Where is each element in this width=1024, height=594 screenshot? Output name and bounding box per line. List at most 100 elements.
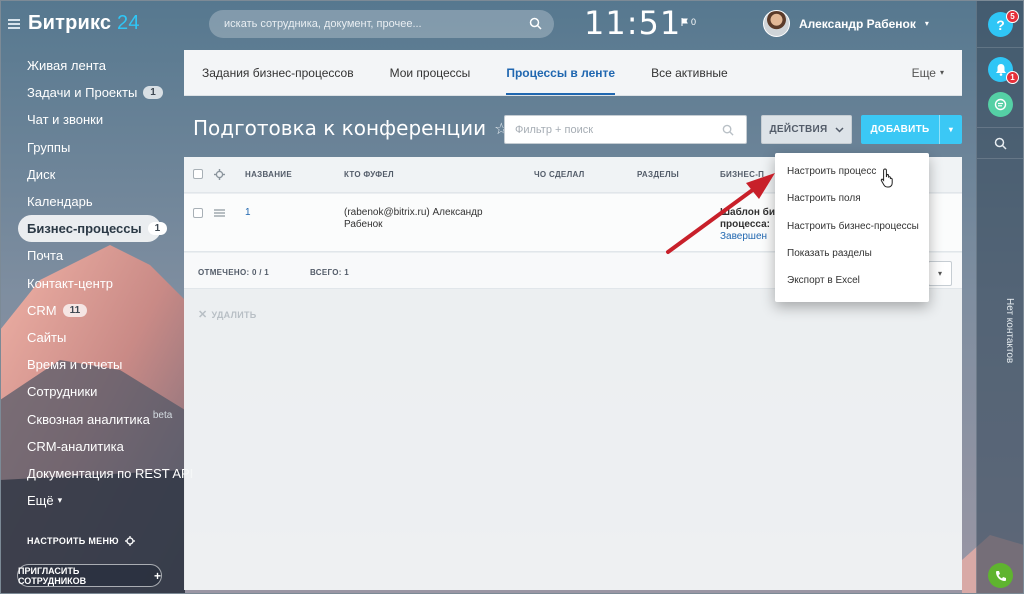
clock[interactable]: 11:51 xyxy=(584,4,681,42)
filter-placeholder: Фильтр + поиск xyxy=(515,123,594,136)
menu-item-employees[interactable]: Сотрудники xyxy=(18,378,183,405)
chevron-down-icon: ▾ xyxy=(924,19,929,28)
menu-item-sites[interactable]: Сайты xyxy=(18,324,183,351)
row-who-line1: (rabenok@bitrix.ru) Александр xyxy=(344,207,483,218)
tab-label: Все активные xyxy=(651,65,728,80)
user-name: Александр Рабенок xyxy=(799,16,916,31)
column-header-sections[interactable]: РАЗДЕЛЫ xyxy=(637,170,679,179)
tab-feed-processes[interactable]: Процессы в ленте xyxy=(488,50,633,95)
menu-item-label: Почта xyxy=(27,248,64,264)
menu-item-disk[interactable]: Диск xyxy=(18,161,183,188)
search-icon[interactable] xyxy=(529,17,542,30)
menu-toggle-icon[interactable] xyxy=(8,18,20,29)
menu-item-label: Сквозная аналитика xyxy=(27,411,150,427)
add-label: ДОБАВИТЬ xyxy=(870,124,930,135)
hand-cursor-icon xyxy=(880,168,893,188)
tab-bp-tasks[interactable]: Задания бизнес-процессов xyxy=(184,50,372,95)
row-who-line2: Рабенок xyxy=(344,219,383,230)
menu-item-label: Время и отчеты xyxy=(27,357,123,373)
add-button[interactable]: ДОБАВИТЬ ▾ xyxy=(861,115,962,144)
menu-item-crm[interactable]: CRM 11 xyxy=(18,297,183,324)
menu-item-label: Ещё xyxy=(27,493,54,509)
setup-menu-button[interactable]: НАСТРОИТЬ МЕНЮ xyxy=(27,536,135,546)
actions-dropdown: Настроить процесс Настроить поля Настрои… xyxy=(775,153,929,302)
row-menu-icon[interactable] xyxy=(214,209,225,217)
menu-item-label: Задачи и Проекты xyxy=(27,85,138,101)
tabs-bar: Задания бизнес-процессов Мои процессы Пр… xyxy=(184,50,962,96)
counter-badge: 1 xyxy=(143,86,163,100)
right-panel: ? 5 1 Нет контактов xyxy=(976,0,1024,594)
tab-all-active[interactable]: Все активные xyxy=(633,50,746,95)
menu-item-label: Бизнес-процессы xyxy=(27,221,142,237)
actions-button[interactable]: ДЕЙСТВИЯ xyxy=(761,115,852,144)
close-icon: ✕ xyxy=(198,309,208,321)
menu-item-mail[interactable]: Почта xyxy=(18,242,183,269)
help-icon: ? xyxy=(996,16,1005,33)
menu-item-time-reports[interactable]: Время и отчеты xyxy=(18,351,183,378)
menu-item-configure-fields[interactable]: Настроить поля xyxy=(775,185,929,212)
menu-item-label: Диск xyxy=(27,166,56,182)
add-dropdown-toggle[interactable]: ▾ xyxy=(939,115,962,144)
tab-label: Мои процессы xyxy=(389,65,471,80)
menu-item-configure-process[interactable]: Настроить процесс xyxy=(775,158,929,185)
tab-my-processes[interactable]: Мои процессы xyxy=(372,50,489,95)
row-bp-status[interactable]: Завершен xyxy=(720,231,775,243)
tab-more[interactable]: Еще ▾ xyxy=(894,50,962,95)
global-search-input[interactable]: искать сотрудника, документ, прочее... xyxy=(209,10,554,38)
contact-search-button[interactable] xyxy=(988,131,1013,156)
notifications-badge: 1 xyxy=(1006,71,1019,84)
search-icon xyxy=(994,137,1007,150)
delete-button[interactable]: ✕ УДАЛИТЬ xyxy=(198,308,257,321)
search-icon[interactable] xyxy=(722,124,734,136)
column-header-bp[interactable]: БИЗНЕС-П xyxy=(720,170,764,179)
row-who: (rabenok@bitrix.ru) Александр Рабенок xyxy=(344,207,483,231)
bell-icon xyxy=(995,64,1006,76)
selected-count: ОТМЕЧЕНО: 0 / 1 xyxy=(198,268,270,277)
brand-logo[interactable]: Битрикс 24 xyxy=(28,12,140,35)
separator xyxy=(977,47,1024,48)
menu-item-show-sections[interactable]: Показать разделы xyxy=(775,240,929,267)
menu-item-label: Сайты xyxy=(27,329,67,345)
row-name[interactable]: 1 xyxy=(245,207,251,219)
menu-item-feed[interactable]: Живая лента xyxy=(18,52,183,79)
menu-item-groups[interactable]: Группы xyxy=(18,134,183,161)
tasks-flag[interactable]: 0 xyxy=(681,17,696,27)
column-header-what[interactable]: ЧО СДЕЛАЛ xyxy=(534,170,585,179)
row-bp: Шаблон би процесса: Завершен xyxy=(720,207,775,243)
row-checkbox[interactable] xyxy=(193,208,203,218)
menu-item-rest-api[interactable]: Документация по REST API xyxy=(18,460,193,487)
filter-search-input[interactable]: Фильтр + поиск xyxy=(504,115,747,144)
beta-label: beta xyxy=(152,409,173,421)
menu-item-tasks[interactable]: Задачи и Проекты 1 xyxy=(18,79,183,106)
menu-item-analytics[interactable]: Сквозная аналитика beta xyxy=(18,405,183,432)
counter-badge: 1 xyxy=(147,222,168,236)
menu-item-label: CRM-аналитика xyxy=(27,438,124,454)
menu-item-business-processes[interactable]: Бизнес-процессы 1 xyxy=(18,215,168,243)
gear-icon xyxy=(124,536,135,546)
gear-icon[interactable] xyxy=(214,169,225,180)
menu-item-export-excel[interactable]: Экспорт в Excel xyxy=(775,267,929,294)
user-menu[interactable]: Александр Рабенок ▾ xyxy=(763,10,929,37)
menu-item-more[interactable]: Ещё ▾ xyxy=(18,487,183,514)
brand[interactable]: Битрикс 24 xyxy=(8,12,140,35)
column-header-name[interactable]: НАЗВАНИЕ xyxy=(245,170,292,179)
open-lines-button[interactable] xyxy=(988,92,1013,117)
column-header-who[interactable]: КТО ФУФЕЛ xyxy=(344,170,394,179)
counter-badge: 11 xyxy=(62,303,88,317)
menu-item-label: Документация по REST API xyxy=(27,465,194,481)
total-count: ВСЕГО: 1 xyxy=(310,268,349,277)
menu-item-label: CRM xyxy=(27,302,57,318)
invite-employees-button[interactable]: ПРИГЛАСИТЬ СОТРУДНИКОВ + xyxy=(17,564,162,587)
left-menu: Живая лента Задачи и Проекты 1 Чат и звон… xyxy=(18,52,193,514)
menu-item-configure-bp[interactable]: Настроить бизнес-процессы xyxy=(775,213,929,240)
page-size-select[interactable]: ▾ xyxy=(928,261,952,286)
select-all-checkbox[interactable] xyxy=(193,169,203,179)
menu-item-contact-center[interactable]: Контакт-центр xyxy=(18,270,183,297)
menu-item-chat[interactable]: Чат и звонки xyxy=(18,106,183,133)
call-button[interactable] xyxy=(988,563,1013,588)
search-placeholder: искать сотрудника, документ, прочее... xyxy=(224,18,422,30)
setup-menu-label: НАСТРОИТЬ МЕНЮ xyxy=(27,536,119,546)
menu-item-crm-analytics[interactable]: CRM-аналитика xyxy=(18,433,183,460)
avatar[interactable] xyxy=(763,10,790,37)
menu-item-calendar[interactable]: Календарь xyxy=(18,188,183,215)
